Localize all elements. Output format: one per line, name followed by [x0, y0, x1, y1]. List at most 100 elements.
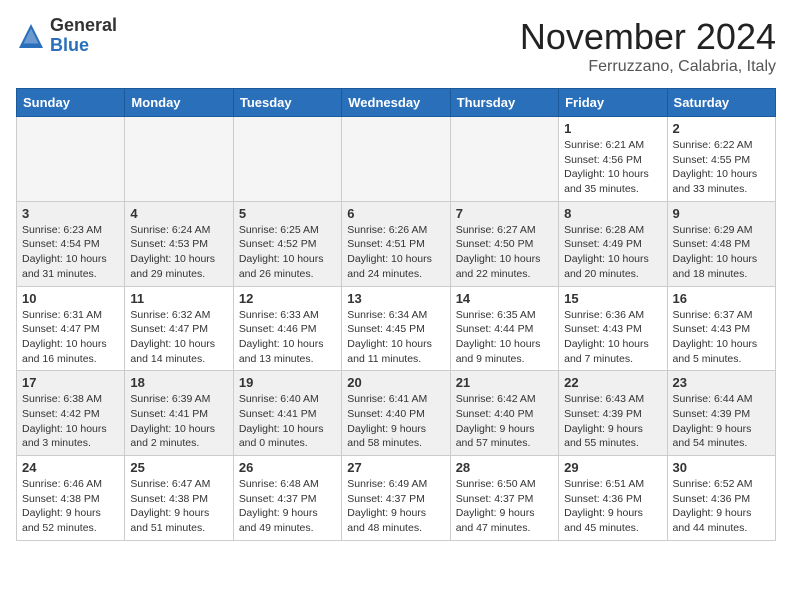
- calendar-cell: 4 Sunrise: 6:24 AM Sunset: 4:53 PM Daylig…: [125, 201, 233, 286]
- day-info: Sunrise: 6:34 AM Sunset: 4:45 PM Dayligh…: [347, 308, 444, 367]
- day-number: 19: [239, 375, 336, 390]
- day-info: Sunrise: 6:46 AM Sunset: 4:38 PM Dayligh…: [22, 477, 119, 536]
- location: Ferruzzano, Calabria, Italy: [520, 58, 776, 76]
- day-number: 29: [564, 460, 661, 475]
- calendar-cell: 11 Sunrise: 6:32 AM Sunset: 4:47 PM Dayli…: [125, 286, 233, 371]
- day-number: 9: [673, 206, 770, 221]
- day-number: 23: [673, 375, 770, 390]
- day-info: Sunrise: 6:26 AM Sunset: 4:51 PM Dayligh…: [347, 223, 444, 282]
- calendar-cell: 1Sunrise: 6:21 AM Sunset: 4:56 PM Daylig…: [559, 117, 667, 202]
- calendar-cell: 28 Sunrise: 6:50 AM Sunset: 4:37 PM Dayli…: [450, 456, 558, 541]
- day-info: Sunrise: 6:35 AM Sunset: 4:44 PM Dayligh…: [456, 308, 553, 367]
- page-header: General Blue November 2024 Ferruzzano, C…: [16, 16, 776, 76]
- day-info: Sunrise: 6:52 AM Sunset: 4:36 PM Dayligh…: [673, 477, 770, 536]
- day-info: Sunrise: 6:42 AM Sunset: 4:40 PM Dayligh…: [456, 392, 553, 451]
- day-info: Sunrise: 6:23 AM Sunset: 4:54 PM Dayligh…: [22, 223, 119, 282]
- day-number: 22: [564, 375, 661, 390]
- calendar-week-row: 17Sunrise: 6:38 AM Sunset: 4:42 PM Dayli…: [17, 371, 776, 456]
- day-info: Sunrise: 6:41 AM Sunset: 4:40 PM Dayligh…: [347, 392, 444, 451]
- weekday-header-tuesday: Tuesday: [233, 89, 341, 117]
- calendar-cell: 8 Sunrise: 6:28 AM Sunset: 4:49 PM Daylig…: [559, 201, 667, 286]
- calendar-cell: 2 Sunrise: 6:22 AM Sunset: 4:55 PM Daylig…: [667, 117, 775, 202]
- day-info: Sunrise: 6:36 AM Sunset: 4:43 PM Dayligh…: [564, 308, 661, 367]
- day-number: 16: [673, 291, 770, 306]
- day-info: Sunrise: 6:32 AM Sunset: 4:47 PM Dayligh…: [130, 308, 227, 367]
- weekday-header-monday: Monday: [125, 89, 233, 117]
- day-info: Sunrise: 6:33 AM Sunset: 4:46 PM Dayligh…: [239, 308, 336, 367]
- calendar-week-row: 3 Sunrise: 6:23 AM Sunset: 4:54 PM Daylig…: [17, 201, 776, 286]
- day-info: Sunrise: 6:47 AM Sunset: 4:38 PM Dayligh…: [130, 477, 227, 536]
- day-number: 27: [347, 460, 444, 475]
- calendar-week-row: 10 Sunrise: 6:31 AM Sunset: 4:47 PM Dayli…: [17, 286, 776, 371]
- day-info: Sunrise: 6:25 AM Sunset: 4:52 PM Dayligh…: [239, 223, 336, 282]
- day-number: 4: [130, 206, 227, 221]
- day-info: Sunrise: 6:44 AM Sunset: 4:39 PM Dayligh…: [673, 392, 770, 451]
- day-info: Sunrise: 6:40 AM Sunset: 4:41 PM Dayligh…: [239, 392, 336, 451]
- calendar-cell: 26 Sunrise: 6:48 AM Sunset: 4:37 PM Dayli…: [233, 456, 341, 541]
- day-info: Sunrise: 6:48 AM Sunset: 4:37 PM Dayligh…: [239, 477, 336, 536]
- day-number: 25: [130, 460, 227, 475]
- logo-blue: Blue: [50, 35, 89, 55]
- logo-text: General Blue: [50, 16, 117, 56]
- day-info: Sunrise: 6:49 AM Sunset: 4:37 PM Dayligh…: [347, 477, 444, 536]
- day-number: 12: [239, 291, 336, 306]
- day-number: 26: [239, 460, 336, 475]
- day-number: 5: [239, 206, 336, 221]
- calendar-cell: 23 Sunrise: 6:44 AM Sunset: 4:39 PM Dayli…: [667, 371, 775, 456]
- day-info: Sunrise: 6:24 AM Sunset: 4:53 PM Dayligh…: [130, 223, 227, 282]
- day-info: Sunrise: 6:22 AM Sunset: 4:55 PM Dayligh…: [673, 138, 770, 197]
- calendar-cell: 18Sunrise: 6:39 AM Sunset: 4:41 PM Dayli…: [125, 371, 233, 456]
- calendar-cell: [17, 117, 125, 202]
- calendar-cell: 15 Sunrise: 6:36 AM Sunset: 4:43 PM Dayli…: [559, 286, 667, 371]
- day-info: Sunrise: 6:28 AM Sunset: 4:49 PM Dayligh…: [564, 223, 661, 282]
- day-info: Sunrise: 6:21 AM Sunset: 4:56 PM Dayligh…: [564, 138, 661, 197]
- logo-general: General: [50, 15, 117, 35]
- day-number: 17: [22, 375, 119, 390]
- calendar-cell: [233, 117, 341, 202]
- calendar-cell: 6 Sunrise: 6:26 AM Sunset: 4:51 PM Daylig…: [342, 201, 450, 286]
- calendar-cell: 10 Sunrise: 6:31 AM Sunset: 4:47 PM Dayli…: [17, 286, 125, 371]
- day-number: 10: [22, 291, 119, 306]
- month-title: November 2024: [520, 16, 776, 58]
- calendar-cell: 22Sunrise: 6:43 AM Sunset: 4:39 PM Dayli…: [559, 371, 667, 456]
- day-number: 2: [673, 121, 770, 136]
- day-info: Sunrise: 6:37 AM Sunset: 4:43 PM Dayligh…: [673, 308, 770, 367]
- day-number: 3: [22, 206, 119, 221]
- calendar-week-row: 1Sunrise: 6:21 AM Sunset: 4:56 PM Daylig…: [17, 117, 776, 202]
- logo-icon: [16, 21, 46, 51]
- day-info: Sunrise: 6:50 AM Sunset: 4:37 PM Dayligh…: [456, 477, 553, 536]
- day-number: 18: [130, 375, 227, 390]
- calendar-cell: 29 Sunrise: 6:51 AM Sunset: 4:36 PM Dayli…: [559, 456, 667, 541]
- calendar-cell: 30 Sunrise: 6:52 AM Sunset: 4:36 PM Dayli…: [667, 456, 775, 541]
- calendar-cell: 17Sunrise: 6:38 AM Sunset: 4:42 PM Dayli…: [17, 371, 125, 456]
- calendar-cell: 25 Sunrise: 6:47 AM Sunset: 4:38 PM Dayli…: [125, 456, 233, 541]
- calendar-table: SundayMondayTuesdayWednesdayThursdayFrid…: [16, 88, 776, 541]
- day-info: Sunrise: 6:27 AM Sunset: 4:50 PM Dayligh…: [456, 223, 553, 282]
- day-number: 24: [22, 460, 119, 475]
- calendar-cell: 5 Sunrise: 6:25 AM Sunset: 4:52 PM Daylig…: [233, 201, 341, 286]
- weekday-header-saturday: Saturday: [667, 89, 775, 117]
- weekday-header-friday: Friday: [559, 89, 667, 117]
- day-number: 21: [456, 375, 553, 390]
- day-number: 28: [456, 460, 553, 475]
- calendar-cell: [342, 117, 450, 202]
- calendar-week-row: 24 Sunrise: 6:46 AM Sunset: 4:38 PM Dayli…: [17, 456, 776, 541]
- calendar-cell: 21 Sunrise: 6:42 AM Sunset: 4:40 PM Dayli…: [450, 371, 558, 456]
- day-number: 15: [564, 291, 661, 306]
- day-number: 8: [564, 206, 661, 221]
- calendar-cell: 7Sunrise: 6:27 AM Sunset: 4:50 PM Daylig…: [450, 201, 558, 286]
- day-number: 6: [347, 206, 444, 221]
- calendar-cell: 27 Sunrise: 6:49 AM Sunset: 4:37 PM Dayli…: [342, 456, 450, 541]
- calendar-cell: 12 Sunrise: 6:33 AM Sunset: 4:46 PM Dayli…: [233, 286, 341, 371]
- calendar-cell: 24 Sunrise: 6:46 AM Sunset: 4:38 PM Dayli…: [17, 456, 125, 541]
- calendar-cell: 9Sunrise: 6:29 AM Sunset: 4:48 PM Daylig…: [667, 201, 775, 286]
- day-info: Sunrise: 6:31 AM Sunset: 4:47 PM Dayligh…: [22, 308, 119, 367]
- weekday-header-thursday: Thursday: [450, 89, 558, 117]
- day-info: Sunrise: 6:51 AM Sunset: 4:36 PM Dayligh…: [564, 477, 661, 536]
- day-number: 30: [673, 460, 770, 475]
- day-number: 13: [347, 291, 444, 306]
- day-number: 11: [130, 291, 227, 306]
- weekday-header-row: SundayMondayTuesdayWednesdayThursdayFrid…: [17, 89, 776, 117]
- calendar-cell: 13 Sunrise: 6:34 AM Sunset: 4:45 PM Dayli…: [342, 286, 450, 371]
- calendar-cell: 16 Sunrise: 6:37 AM Sunset: 4:43 PM Dayli…: [667, 286, 775, 371]
